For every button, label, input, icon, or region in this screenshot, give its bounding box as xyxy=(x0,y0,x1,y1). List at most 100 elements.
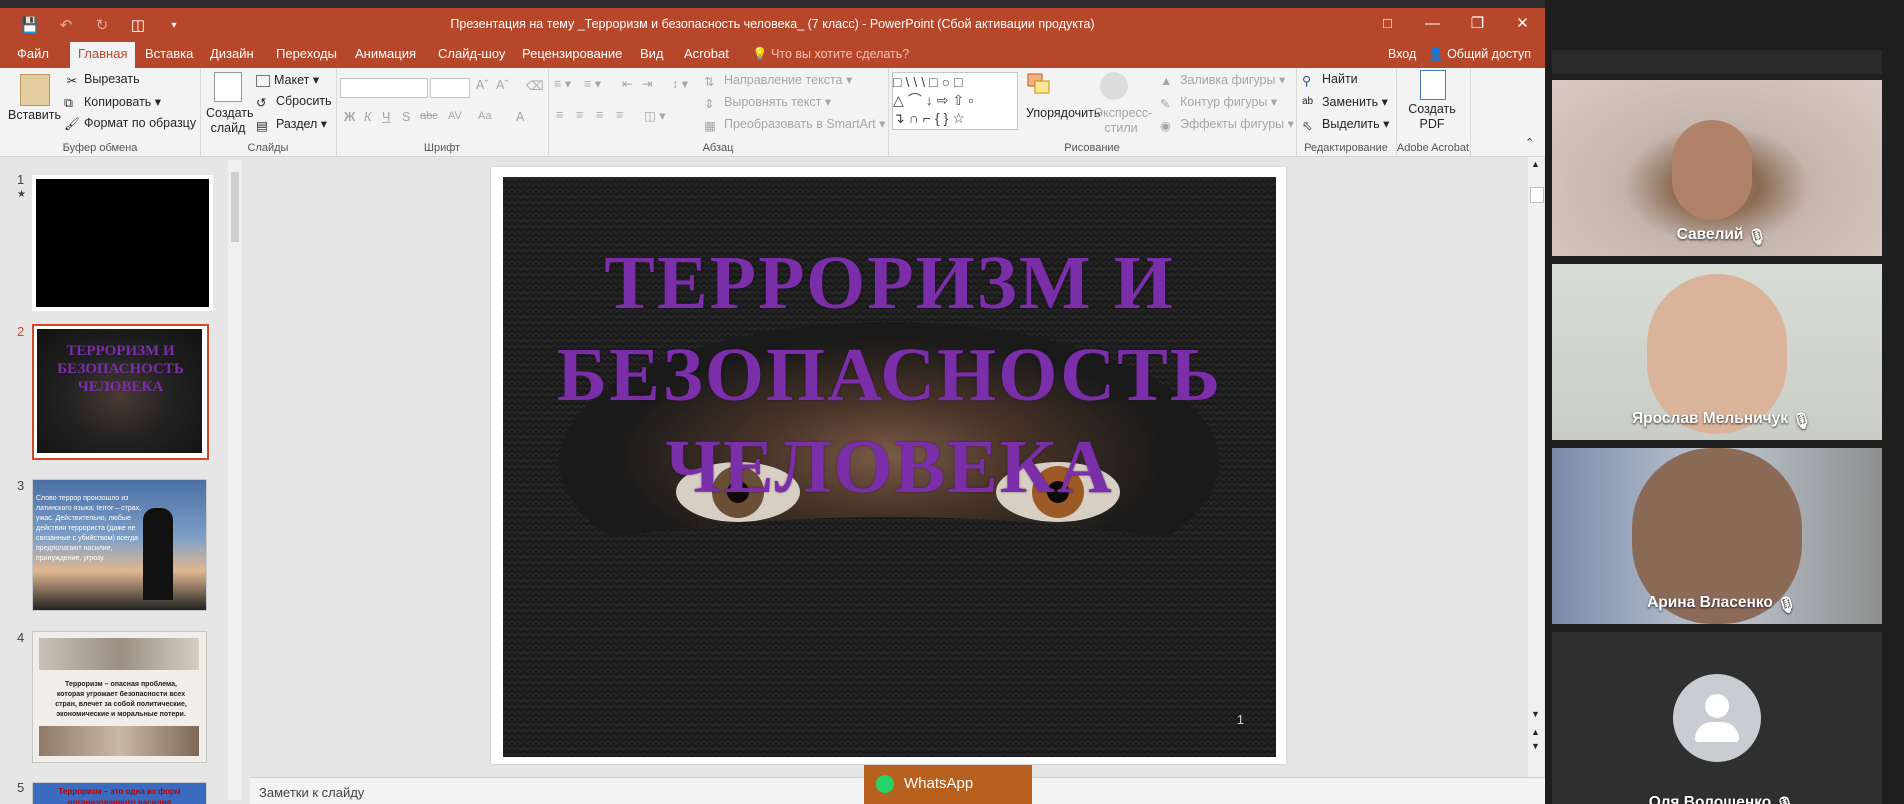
copy-button[interactable]: ⧉ Копировать ▾ xyxy=(64,94,161,110)
paste-button[interactable]: Вставить xyxy=(8,108,61,122)
font-color-icon[interactable]: A xyxy=(516,110,524,124)
thumb-number: 3 xyxy=(17,478,25,493)
thumbnail-slide-5[interactable]: Терроризм – это одна из форм организован… xyxy=(32,782,207,804)
shape-fill-button[interactable]: ▲ Заливка фигуры ▾ xyxy=(1160,72,1285,88)
smartart-button[interactable]: ▦ Преобразовать в SmartArt ▾ xyxy=(704,116,885,133)
char-spacing-button[interactable]: AV xyxy=(448,110,462,122)
restore-icon[interactable]: ❐ xyxy=(1455,8,1500,42)
tab-file[interactable]: Файл xyxy=(9,42,57,68)
font-size-input[interactable] xyxy=(430,78,470,98)
tell-me-box[interactable]: 💡 Что вы хотите сделать? xyxy=(752,42,909,66)
window-top-strip xyxy=(0,0,1545,8)
font-group-label: Шрифт xyxy=(423,142,461,154)
cut-button[interactable]: ✂ Вырезать xyxy=(64,72,140,88)
prev-slide-icon[interactable]: ▲ xyxy=(1531,727,1540,737)
scroll-thumb[interactable] xyxy=(231,172,239,242)
cut-label: Вырезать xyxy=(84,72,140,86)
editor-scroll-thumb[interactable] xyxy=(1530,187,1544,203)
participant-tile[interactable]: Ярослав Мельничук 🎙 xyxy=(1552,264,1882,440)
participant-tile[interactable]: Арина Власенко 🎙 xyxy=(1552,448,1882,624)
bold-button[interactable]: Ж xyxy=(344,110,355,124)
justify-icon[interactable]: ≡ xyxy=(616,108,623,122)
italic-button[interactable]: К xyxy=(364,110,371,124)
change-case-button[interactable]: Aa xyxy=(478,110,491,122)
arrange-icon[interactable] xyxy=(1026,72,1052,98)
numbering-icon[interactable]: ≡ ▾ xyxy=(584,76,601,91)
grow-font-icon[interactable]: Aˆ xyxy=(476,78,489,92)
tab-review[interactable]: Рецензирование xyxy=(514,42,630,68)
create-pdf-button[interactable]: Создать PDF xyxy=(1402,102,1462,132)
collapse-ribbon-icon[interactable]: ⌃ xyxy=(1525,136,1534,149)
select-button[interactable]: ⬁ Выделить ▾ xyxy=(1302,116,1389,133)
line-spacing-icon[interactable]: ↕ ▾ xyxy=(672,76,688,91)
font-name-input[interactable] xyxy=(340,78,428,98)
tab-insert[interactable]: Вставка xyxy=(137,42,201,68)
tab-animations[interactable]: Анимация xyxy=(347,42,424,68)
tab-slideshow[interactable]: Слайд-шоу xyxy=(430,42,513,68)
format-painter-button[interactable]: 🖌 Формат по образцу xyxy=(64,116,196,131)
new-slide-button[interactable]: Создать слайд xyxy=(206,106,254,136)
share-button[interactable]: 👤 Общий доступ xyxy=(1428,42,1531,66)
magnifier-icon: ⚲ xyxy=(1302,73,1312,88)
editor-scrollbar[interactable]: ▲ ▼ ▲ ▼ xyxy=(1528,157,1544,777)
align-text-button[interactable]: ⇕ Выровнять текст ▾ xyxy=(704,94,831,111)
thumbnail-5-text: Терроризм – это одна из форм организован… xyxy=(58,787,181,804)
thumbnail-slide-2[interactable]: ТЕРРОРИЗМ И БЕЗОПАСНОСТЬ ЧЕЛОВЕКА xyxy=(32,324,209,460)
thumbnail-slide-4[interactable]: Терроризм – опасная проблема, которая уг… xyxy=(32,631,207,763)
decrease-indent-icon[interactable]: ⇤ xyxy=(622,76,632,91)
new-slide-icon[interactable] xyxy=(214,72,242,102)
scroll-up-icon[interactable]: ▲ xyxy=(1531,159,1540,169)
layout-button[interactable]: Макет ▾ xyxy=(256,72,319,87)
quick-styles-button[interactable]: Экспресс-стили xyxy=(1094,106,1152,136)
reset-button[interactable]: ↺ Сбросить xyxy=(256,94,332,110)
tab-design[interactable]: Дизайн xyxy=(202,42,262,68)
clear-format-icon[interactable]: ⌫ xyxy=(526,78,544,93)
columns-icon[interactable]: ◫ ▾ xyxy=(644,108,666,123)
find-label: Найти xyxy=(1322,72,1358,86)
find-button[interactable]: ⚲ Найти xyxy=(1302,72,1358,88)
close-icon[interactable]: ✕ xyxy=(1500,8,1545,42)
participant-tile[interactable]: Оля Волощенко🎙 xyxy=(1552,632,1882,804)
align-right-icon[interactable]: ≡ xyxy=(596,108,603,122)
muted-mic-icon: 🎙 xyxy=(1747,228,1768,246)
slide-title[interactable]: ТЕРРОРИЗМ И БЕЗОПАСНОСТЬ ЧЕЛОВЕКА xyxy=(503,237,1276,513)
thumbnails-scrollbar[interactable] xyxy=(228,160,242,800)
replace-icon: ab xyxy=(1302,95,1314,107)
slide-number: 1 xyxy=(1236,712,1244,727)
whatsapp-taskbar-button[interactable]: WhatsApp xyxy=(864,765,1032,804)
strikethrough-button[interactable]: abc xyxy=(420,110,438,122)
arrange-button[interactable]: Упорядочить xyxy=(1026,106,1100,120)
minimize-icon[interactable]: — xyxy=(1410,8,1455,42)
tab-home[interactable]: Главная xyxy=(70,42,136,68)
paragraph-group-label: Абзац xyxy=(702,142,734,154)
shape-outline-button[interactable]: ✎ Контур фигуры ▾ xyxy=(1160,94,1277,111)
thumbnail-slide-1[interactable] xyxy=(32,175,213,311)
paste-icon[interactable] xyxy=(20,74,50,106)
align-text-label: Выровнять текст xyxy=(724,95,822,109)
current-slide[interactable]: ТЕРРОРИЗМ И БЕЗОПАСНОСТЬ ЧЕЛОВЕКА 1 xyxy=(503,177,1276,757)
tab-view[interactable]: Вид xyxy=(632,42,672,68)
tab-transitions[interactable]: Переходы xyxy=(268,42,345,68)
thumbnail-slide-3[interactable]: Слово террор произошло из латинского язы… xyxy=(32,479,207,611)
shape-effects-button[interactable]: ◉ Эффекты фигуры ▾ xyxy=(1160,116,1294,133)
ribbon-display-icon[interactable]: □ xyxy=(1365,8,1410,42)
align-center-icon[interactable]: ≡ xyxy=(576,108,583,122)
text-shadow-button[interactable]: S xyxy=(402,110,410,124)
scroll-down-icon[interactable]: ▼ xyxy=(1531,709,1540,719)
increase-indent-icon[interactable]: ⇥ xyxy=(642,76,652,91)
slide-title-line: ТЕРРОРИЗМ И xyxy=(604,241,1175,325)
tab-acrobat[interactable]: Acrobat xyxy=(676,42,737,68)
section-button[interactable]: ▤ Раздел ▾ xyxy=(256,116,327,133)
next-slide-icon[interactable]: ▼ xyxy=(1531,741,1540,751)
shapes-gallery[interactable]: □\\\□○□ △⌒↓⇨⇧▫ ↴∩⌐{}☆ xyxy=(892,72,1018,130)
align-left-icon[interactable]: ≡ xyxy=(556,108,563,122)
pdf-icon[interactable] xyxy=(1420,70,1446,100)
quick-styles-icon[interactable] xyxy=(1100,72,1128,100)
underline-button[interactable]: Ч xyxy=(382,110,390,124)
text-direction-button[interactable]: ⇅ Направление текста ▾ xyxy=(704,72,852,89)
shrink-font-icon[interactable]: Aˇ xyxy=(496,78,509,92)
bullets-icon[interactable]: ≡ ▾ xyxy=(554,76,571,91)
replace-button[interactable]: ab Заменить ▾ xyxy=(1302,94,1388,110)
participant-tile[interactable]: Савелий 🎙 xyxy=(1552,80,1882,256)
sign-in-link[interactable]: Вход xyxy=(1388,42,1416,66)
